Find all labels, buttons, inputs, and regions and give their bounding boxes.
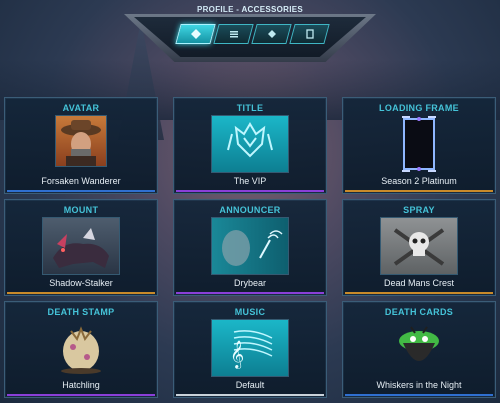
rarity-bar bbox=[345, 394, 493, 396]
item-name: Shadow-Stalker bbox=[49, 278, 113, 288]
avatar-thumbnail bbox=[55, 115, 107, 167]
death-cards-thumbnail bbox=[381, 319, 457, 375]
card-spray[interactable]: SPRAY Dead Mans Crest bbox=[342, 199, 496, 296]
title-section: ACCESSORIES bbox=[241, 5, 304, 14]
rarity-bar bbox=[7, 190, 155, 192]
card-label: MOUNT bbox=[63, 205, 99, 215]
item-name: Forsaken Wanderer bbox=[41, 176, 121, 186]
tab-bar bbox=[175, 24, 330, 44]
item-name: Default bbox=[235, 380, 265, 390]
diamond-icon bbox=[190, 29, 201, 39]
item-name: Whiskers in the Night bbox=[376, 380, 462, 390]
crest-icon bbox=[227, 122, 273, 158]
card-label: SPRAY bbox=[403, 205, 435, 215]
card-music[interactable]: MUSIC 𝄞 Default bbox=[173, 301, 327, 398]
accessories-grid: AVATAR Forsaken Wanderer TITLE The VIP L… bbox=[4, 97, 496, 400]
card-label: MUSIC bbox=[234, 307, 266, 317]
death-stamp-thumbnail bbox=[43, 319, 119, 375]
rarity-bar bbox=[176, 190, 324, 192]
spray-thumbnail bbox=[380, 217, 458, 275]
card-title[interactable]: TITLE The VIP bbox=[173, 97, 327, 194]
item-name: Dead Mans Crest bbox=[383, 278, 455, 288]
tab-list[interactable] bbox=[213, 24, 254, 44]
tab-cards[interactable] bbox=[289, 24, 330, 44]
menu-icon bbox=[229, 31, 238, 38]
rarity-bar bbox=[176, 394, 324, 396]
card-icon bbox=[305, 29, 314, 39]
diamond-icon bbox=[267, 30, 276, 38]
item-name: Drybear bbox=[233, 278, 266, 288]
announcer-thumbnail bbox=[211, 217, 289, 275]
card-label: AVATAR bbox=[62, 103, 100, 113]
title-prefix: PROFILE bbox=[196, 5, 234, 14]
card-label: ANNOUNCER bbox=[219, 205, 281, 215]
card-death-cards[interactable]: DEATH CARDS Whiskers in the Night bbox=[342, 301, 496, 398]
page-title: PROFILE - ACCESSORIES bbox=[0, 5, 500, 14]
card-death-stamp[interactable]: DEATH STAMP Hatchling bbox=[4, 301, 158, 398]
music-thumbnail: 𝄞 bbox=[211, 319, 289, 377]
card-loading-frame[interactable]: LOADING FRAME Season 2 Platinum bbox=[342, 97, 496, 194]
music-note-icon: 𝄞 bbox=[230, 330, 273, 369]
card-mount[interactable]: MOUNT Shadow-Stalker bbox=[4, 199, 158, 296]
card-label: TITLE bbox=[236, 103, 264, 113]
title-thumbnail bbox=[211, 115, 289, 173]
rarity-bar bbox=[7, 394, 155, 396]
item-name: Hatchling bbox=[62, 380, 100, 390]
card-avatar[interactable]: AVATAR Forsaken Wanderer bbox=[4, 97, 158, 194]
tab-gems[interactable] bbox=[251, 24, 292, 44]
loading-frame-thumbnail bbox=[400, 115, 438, 173]
item-name: Season 2 Platinum bbox=[381, 176, 457, 186]
rarity-bar bbox=[7, 292, 155, 294]
mount-thumbnail bbox=[42, 217, 120, 275]
rarity-bar bbox=[176, 292, 324, 294]
card-announcer[interactable]: ANNOUNCER Drybear bbox=[173, 199, 327, 296]
card-label: LOADING FRAME bbox=[379, 103, 459, 113]
tab-accessories[interactable] bbox=[175, 24, 216, 44]
item-name: The VIP bbox=[233, 176, 267, 186]
svg-text:𝄞: 𝄞 bbox=[230, 340, 244, 369]
rarity-bar bbox=[345, 292, 493, 294]
card-label: DEATH STAMP bbox=[47, 307, 115, 317]
rarity-bar bbox=[345, 190, 493, 192]
card-label: DEATH CARDS bbox=[384, 307, 454, 317]
